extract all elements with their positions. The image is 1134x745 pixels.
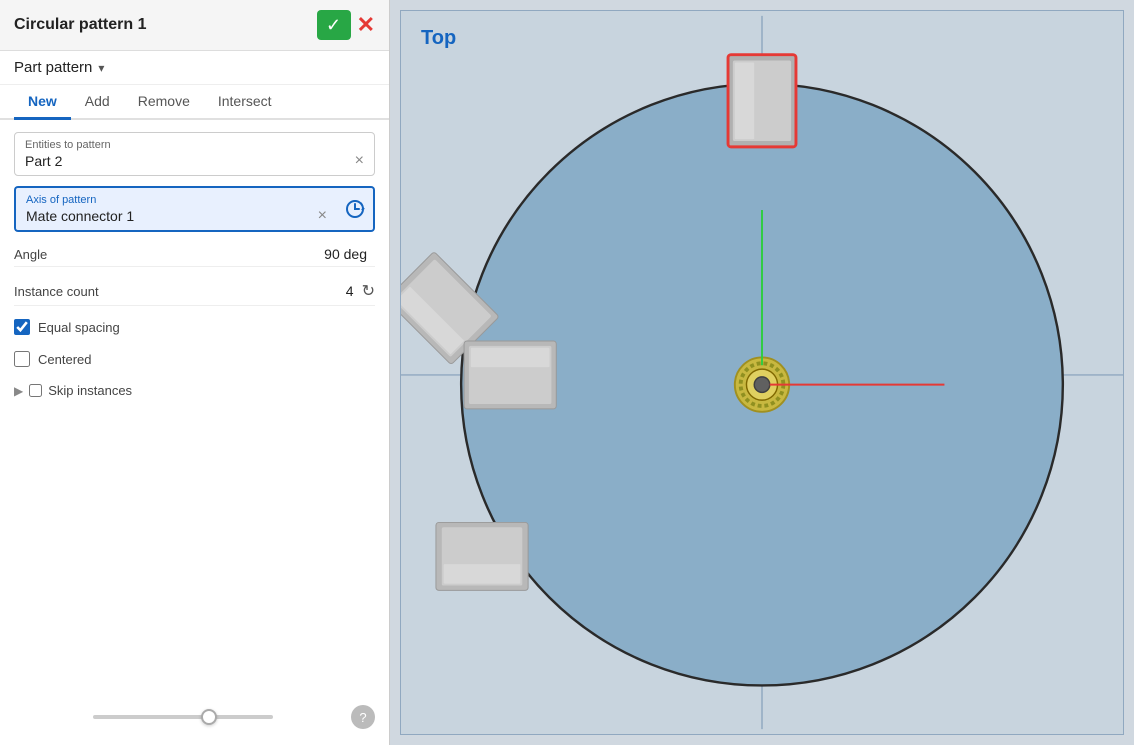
skip-instances-checkbox[interactable] xyxy=(29,384,42,397)
pattern-type-dropdown[interactable]: Part pattern ▾ xyxy=(14,59,104,76)
entities-field-group: Entities to pattern Part 2 × xyxy=(14,132,375,176)
help-button[interactable]: ? xyxy=(351,705,375,729)
entities-label: Entities to pattern xyxy=(25,139,364,151)
refresh-icon[interactable]: ↻ xyxy=(362,281,375,301)
form-section: Entities to pattern Part 2 × Axis of pat… xyxy=(0,120,389,745)
axis-field-group: Axis of pattern Mate connector 1 × xyxy=(14,186,337,232)
instance-count-row: Instance count 4 ↻ xyxy=(14,277,375,306)
angle-value[interactable]: 90 deg xyxy=(324,246,367,262)
dropdown-row: Part pattern ▾ xyxy=(0,51,389,85)
dropdown-arrow-icon: ▾ xyxy=(98,61,104,75)
equal-spacing-checkbox[interactable] xyxy=(14,319,30,335)
centered-label: Centered xyxy=(38,352,91,367)
skip-chevron-icon[interactable]: ▶ xyxy=(14,384,23,398)
help-icon: ? xyxy=(359,710,366,725)
slider-thumb[interactable] xyxy=(201,709,217,725)
canvas-area: Top xyxy=(390,0,1134,745)
cancel-button[interactable]: ✕ xyxy=(357,10,375,40)
skip-instances-row: ▶ Skip instances xyxy=(14,380,375,401)
confirm-button[interactable]: ✓ xyxy=(317,10,351,40)
axis-clock-icon xyxy=(345,199,365,219)
canvas-label: Top xyxy=(421,27,456,50)
left-panel: Circular pattern 1 ✓ ✕ Part pattern ▾ Ne… xyxy=(0,0,390,745)
entities-value-row: Part 2 × xyxy=(25,153,364,169)
canvas-svg xyxy=(401,11,1123,734)
axis-value: Mate connector 1 xyxy=(26,208,134,224)
panel-header: Circular pattern 1 ✓ ✕ xyxy=(0,0,389,51)
slider-container xyxy=(14,715,351,719)
slider-row: ? xyxy=(14,697,375,733)
axis-row: Axis of pattern Mate connector 1 × xyxy=(14,186,375,232)
tab-intersect[interactable]: Intersect xyxy=(204,85,286,120)
equal-spacing-row: Equal spacing xyxy=(14,316,375,338)
dropdown-label: Part pattern xyxy=(14,59,92,76)
tab-remove[interactable]: Remove xyxy=(124,85,204,120)
tabs-row: New Add Remove Intersect xyxy=(0,85,389,120)
tab-new[interactable]: New xyxy=(14,85,71,120)
close-icon: ✕ xyxy=(357,12,375,37)
angle-row: Angle 90 deg xyxy=(14,242,375,267)
canvas-inner: Top xyxy=(400,10,1124,735)
axis-icon-button[interactable] xyxy=(337,186,375,232)
header-buttons: ✓ ✕ xyxy=(317,10,375,40)
entities-value: Part 2 xyxy=(25,153,62,169)
skip-instances-label: Skip instances xyxy=(48,383,132,398)
panel-title: Circular pattern 1 xyxy=(14,16,146,34)
angle-label: Angle xyxy=(14,247,324,262)
check-icon: ✓ xyxy=(326,15,341,36)
axis-clear-button[interactable]: × xyxy=(318,208,327,224)
entities-clear-button[interactable]: × xyxy=(355,153,364,169)
centered-row: Centered xyxy=(14,348,375,370)
axis-value-row: Mate connector 1 × xyxy=(26,208,327,224)
instance-count-label: Instance count xyxy=(14,284,346,299)
equal-spacing-label: Equal spacing xyxy=(38,320,120,335)
instance-count-value[interactable]: 4 xyxy=(346,283,354,299)
slider-track xyxy=(93,715,273,719)
tab-add[interactable]: Add xyxy=(71,85,124,120)
axis-label: Axis of pattern xyxy=(26,194,327,206)
centered-checkbox[interactable] xyxy=(14,351,30,367)
